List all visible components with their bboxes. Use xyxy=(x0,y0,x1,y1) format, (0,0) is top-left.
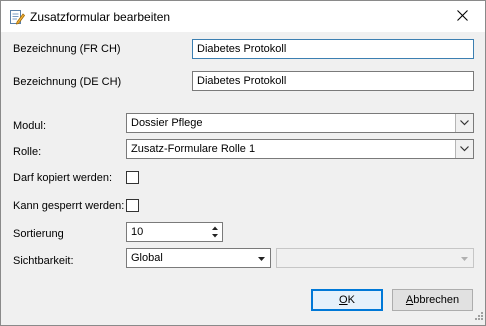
bezeichnung-fr-input[interactable] xyxy=(193,40,473,58)
kann-gesperrt-label: Kann gesperrt werden: xyxy=(13,200,125,212)
modul-select[interactable]: Dossier Pflege xyxy=(126,113,474,133)
bezeichnung-fr-label: Bezeichnung (FR CH) xyxy=(13,43,121,55)
ok-button-label: OK xyxy=(339,294,355,306)
rolle-dropdown-button[interactable] xyxy=(455,140,473,158)
ok-button[interactable]: OK xyxy=(311,289,383,311)
modul-label: Modul: xyxy=(13,120,47,132)
sichtbarkeit-detail-dropdown xyxy=(456,249,473,267)
cancel-button-label: Abbrechen xyxy=(405,294,460,306)
caret-down-icon xyxy=(461,252,468,264)
resize-grip-icon[interactable] xyxy=(474,311,484,324)
rolle-select[interactable]: Zusatz-Formulare Rolle 1 xyxy=(126,139,474,159)
close-icon xyxy=(456,9,468,24)
chevron-down-icon xyxy=(460,117,469,129)
chevron-down-icon xyxy=(460,143,469,155)
sichtbarkeit-selected-value: Global xyxy=(131,252,163,264)
sichtbarkeit-detail-select xyxy=(276,248,474,268)
sichtbarkeit-dropdown-button[interactable] xyxy=(253,249,270,267)
sortierung-stepper[interactable]: 10 xyxy=(126,222,223,242)
bezeichnung-de-label: Bezeichnung (DE CH) xyxy=(13,76,122,88)
cancel-button[interactable]: Abbrechen xyxy=(392,289,473,311)
bezeichnung-fr-field[interactable] xyxy=(192,39,474,59)
edit-form-icon xyxy=(9,9,26,25)
sortierung-label: Sortierung xyxy=(13,228,64,240)
sichtbarkeit-select[interactable]: Global xyxy=(126,248,271,268)
sortierung-value: 10 xyxy=(131,226,144,238)
modul-dropdown-button[interactable] xyxy=(455,114,473,132)
darf-kopiert-checkbox[interactable] xyxy=(126,171,139,184)
caret-down-icon xyxy=(258,252,265,264)
dialog-window: Zusatzformular bearbeiten Bezeichnung (F… xyxy=(0,0,486,326)
modul-selected-value: Dossier Pflege xyxy=(131,117,203,129)
rolle-selected-value: Zusatz-Formulare Rolle 1 xyxy=(131,143,256,155)
kann-gesperrt-checkbox[interactable] xyxy=(126,199,139,212)
rolle-label: Rolle: xyxy=(13,146,42,158)
sichtbarkeit-label: Sichtbarkeit: xyxy=(13,255,74,267)
bezeichnung-de-input[interactable] xyxy=(193,72,473,90)
darf-kopiert-label: Darf kopiert werden: xyxy=(13,172,113,184)
spin-arrows-icon[interactable] xyxy=(210,224,220,240)
bezeichnung-de-field[interactable] xyxy=(192,71,474,91)
title-bar[interactable]: Zusatzformular bearbeiten xyxy=(1,1,485,32)
window-title: Zusatzformular bearbeiten xyxy=(30,10,171,24)
close-button[interactable] xyxy=(439,1,485,32)
